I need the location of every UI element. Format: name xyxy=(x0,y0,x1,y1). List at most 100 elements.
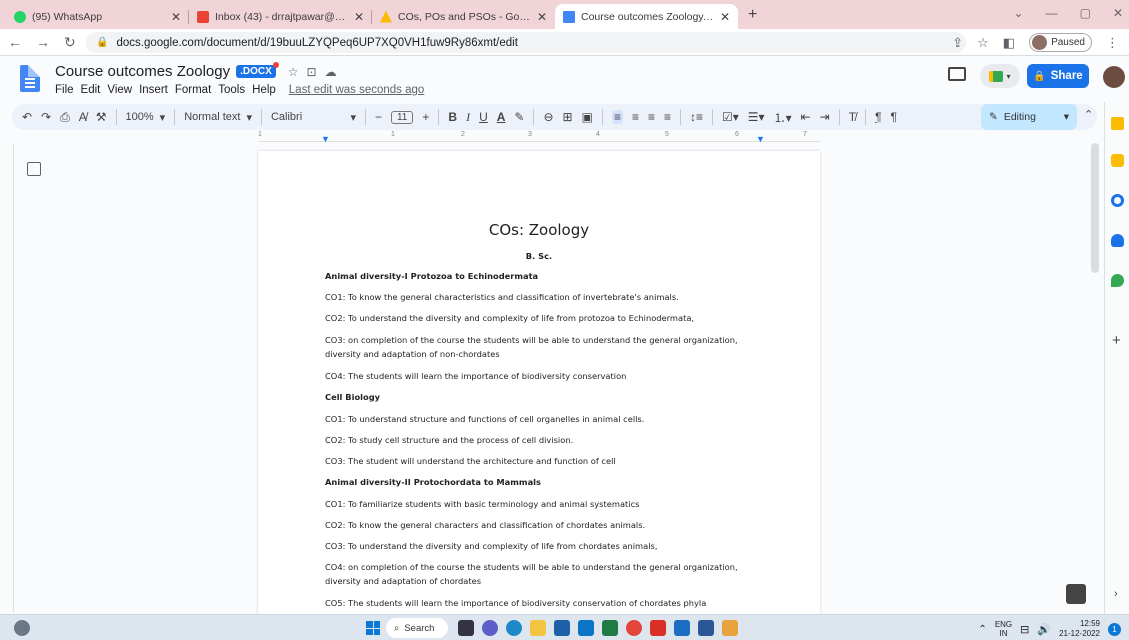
align-center-icon[interactable]: ≡ xyxy=(632,110,639,124)
tab-gmail[interactable]: Inbox (43) - drrajtpawar@gmail.c ✕ xyxy=(189,4,372,29)
clear-formatting-icon[interactable]: T̸ xyxy=(849,110,856,124)
minimize-icon[interactable]: — xyxy=(1046,6,1058,20)
font-select[interactable]: Calibri ▾ xyxy=(271,111,356,124)
word-icon[interactable] xyxy=(698,620,714,636)
explore-icon[interactable] xyxy=(1066,584,1086,604)
chat-icon[interactable] xyxy=(482,620,498,636)
menu-file[interactable]: File xyxy=(55,84,74,96)
document-outline-icon[interactable] xyxy=(27,162,41,176)
close-tab-icon[interactable]: ✕ xyxy=(354,10,364,24)
side-panel-icon[interactable]: ◧ xyxy=(1003,35,1015,51)
right-indent-marker[interactable]: ▼ xyxy=(756,134,765,144)
undo-icon[interactable]: ↶ xyxy=(22,110,32,124)
tab-docs-active[interactable]: Course outcomes Zoology.docx ✕ xyxy=(555,4,738,29)
close-tab-icon[interactable]: ✕ xyxy=(537,10,547,24)
reload-icon[interactable]: ↻ xyxy=(64,34,76,51)
close-tab-icon[interactable]: ✕ xyxy=(171,10,181,24)
star-icon[interactable]: ☆ xyxy=(288,65,299,79)
close-window-icon[interactable]: ✕ xyxy=(1113,6,1123,20)
align-justify-icon[interactable]: ≡ xyxy=(664,110,671,124)
document-page[interactable]: COs: Zoology B. Sc. Animal diversity-I P… xyxy=(258,151,820,621)
acrobat-icon[interactable] xyxy=(650,620,666,636)
rtl-text-icon[interactable]: ¶ xyxy=(891,110,897,124)
share-button[interactable]: 🔒 Share xyxy=(1027,64,1089,88)
last-edit-link[interactable]: Last edit was seconds ago xyxy=(289,84,425,96)
align-left-icon[interactable]: ≡ xyxy=(611,110,623,124)
account-avatar[interactable] xyxy=(1103,66,1125,88)
zoom-select[interactable]: 100% ▾ xyxy=(126,111,166,124)
clock[interactable]: 12:59 21-12-2022 xyxy=(1059,619,1100,639)
spellcheck-icon[interactable]: A̸ xyxy=(79,110,87,124)
vertical-scrollbar[interactable] xyxy=(1091,143,1099,273)
back-icon[interactable]: ← xyxy=(8,34,22,51)
tab-drive[interactable]: COs, POs and PSOs - Google Dri ✕ xyxy=(372,4,555,29)
bookmark-star-icon[interactable]: ☆ xyxy=(977,35,989,51)
docs-home-icon[interactable] xyxy=(20,65,40,92)
style-select[interactable]: Normal text ▾ xyxy=(184,111,252,124)
file-explorer-icon[interactable] xyxy=(530,620,546,636)
mail-icon[interactable] xyxy=(578,620,594,636)
highlight-icon[interactable]: ✎ xyxy=(514,110,524,124)
text-color-icon[interactable]: A xyxy=(497,110,506,124)
get-addons-icon[interactable]: + xyxy=(1112,332,1121,349)
browser-menu-icon[interactable]: ⋮ xyxy=(1106,35,1119,51)
photos-icon[interactable] xyxy=(674,620,690,636)
menu-insert[interactable]: Insert xyxy=(139,84,168,96)
bulleted-list-icon[interactable]: ☰▾ xyxy=(748,110,765,124)
move-folder-icon[interactable]: ⊡ xyxy=(307,65,317,79)
bold-button[interactable]: B xyxy=(448,110,457,124)
notification-badge[interactable]: 1 xyxy=(1108,622,1121,636)
menu-edit[interactable]: Edit xyxy=(81,84,101,96)
menu-view[interactable]: View xyxy=(107,84,132,96)
print-icon[interactable]: ⎙ xyxy=(60,110,70,125)
redo-icon[interactable]: ↷ xyxy=(41,110,51,124)
italic-button[interactable]: I xyxy=(466,110,470,125)
meet-button[interactable]: ▾ xyxy=(980,64,1020,88)
contacts-icon[interactable] xyxy=(1111,234,1124,247)
new-tab-button[interactable]: + xyxy=(748,6,757,24)
insert-image-icon[interactable]: ▣ xyxy=(582,110,593,124)
url-input[interactable]: 🔒 docs.google.com/document/d/19buuLZYQPe… xyxy=(86,32,966,53)
task-view-icon[interactable] xyxy=(458,620,474,636)
align-right-icon[interactable]: ≡ xyxy=(648,110,655,124)
close-tab-icon[interactable]: ✕ xyxy=(720,10,730,24)
tab-whatsapp[interactable]: (95) WhatsApp ✕ xyxy=(6,4,189,29)
menu-help[interactable]: Help xyxy=(252,84,276,96)
profile-button[interactable]: Paused xyxy=(1029,33,1092,52)
add-comment-icon[interactable]: ⊞ xyxy=(563,110,573,124)
numbered-list-icon[interactable]: ⒈▾ xyxy=(774,109,792,126)
expand-panel-icon[interactable]: › xyxy=(1114,588,1118,600)
edge-icon[interactable] xyxy=(506,620,522,636)
widgets-icon[interactable] xyxy=(14,620,30,636)
chrome-icon[interactable] xyxy=(626,620,642,636)
increase-indent-icon[interactable]: ⇥ xyxy=(820,110,830,124)
network-icon[interactable]: ⊟ xyxy=(1020,623,1029,636)
increase-font-size-button[interactable]: + xyxy=(422,110,429,124)
ltr-text-icon[interactable]: ¶ xyxy=(875,110,881,124)
checklist-icon[interactable]: ☑▾ xyxy=(722,110,739,124)
hide-menus-icon[interactable]: ⌃ xyxy=(1084,108,1093,121)
cloud-status-icon[interactable]: ☁ xyxy=(325,65,337,79)
document-title[interactable]: Course outcomes Zoology xyxy=(55,63,230,80)
tasks-icon[interactable] xyxy=(1111,194,1124,207)
share-page-icon[interactable]: ⇪ xyxy=(952,35,963,51)
editing-mode-select[interactable]: ✎ Editing ▾ xyxy=(981,104,1077,130)
horizontal-ruler[interactable]: 1 1 2 3 4 5 6 7 ▼ ▼ xyxy=(258,131,820,144)
maps-icon[interactable] xyxy=(1111,274,1124,287)
decrease-font-size-button[interactable]: − xyxy=(375,110,382,124)
font-size-input[interactable]: 11 xyxy=(390,110,414,124)
start-button[interactable] xyxy=(366,621,380,635)
link-icon[interactable]: ⊖ xyxy=(543,110,553,124)
paint-format-icon[interactable]: ⚒ xyxy=(96,110,107,124)
forward-icon[interactable]: → xyxy=(36,34,50,51)
store-icon[interactable] xyxy=(554,620,570,636)
calendar-icon[interactable] xyxy=(1111,117,1124,130)
tab-search-icon[interactable]: ⌄ xyxy=(1014,6,1024,20)
snipping-tool-icon[interactable] xyxy=(722,620,738,636)
show-hidden-icons-icon[interactable]: ⌃ xyxy=(978,624,986,635)
underline-button[interactable]: U xyxy=(479,110,488,124)
menu-tools[interactable]: Tools xyxy=(218,84,245,96)
menu-format[interactable]: Format xyxy=(175,84,211,96)
excel-icon[interactable] xyxy=(602,620,618,636)
decrease-indent-icon[interactable]: ⇤ xyxy=(801,110,811,124)
